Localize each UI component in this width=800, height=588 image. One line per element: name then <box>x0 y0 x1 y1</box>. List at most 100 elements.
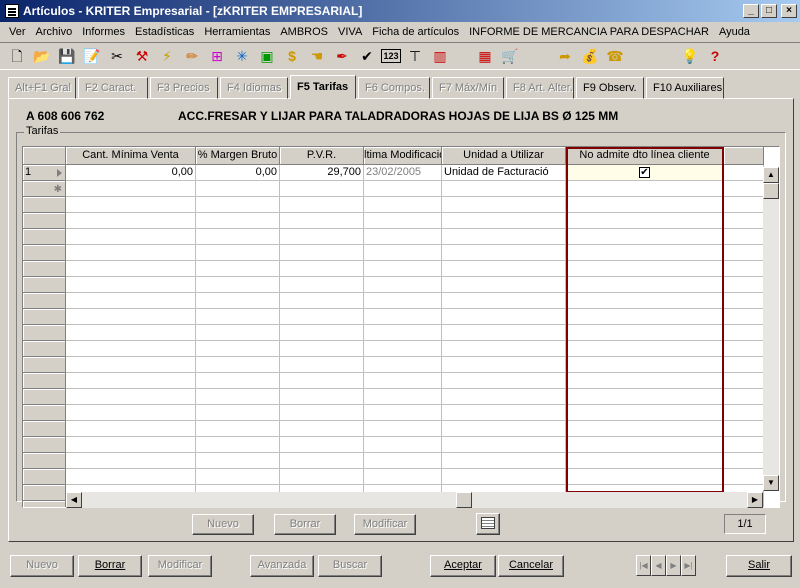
empty-grid-cell <box>364 469 442 485</box>
scroll-left-icon[interactable]: ◀ <box>66 492 82 508</box>
cell-margen-bruto[interactable]: 0,00 <box>196 165 280 181</box>
scroll-up-icon[interactable]: ▲ <box>763 167 779 183</box>
tab-precios[interactable]: F3 Precios <box>150 77 218 99</box>
cell-pvr[interactable]: 29,700 <box>280 165 364 181</box>
menu-viva[interactable]: VIVA <box>333 26 367 38</box>
grid-cell[interactable] <box>280 181 364 197</box>
last-record-icon[interactable]: ▶| <box>681 555 696 576</box>
check-icon[interactable]: ✔ <box>356 45 378 67</box>
tree-icon[interactable]: ⊞ <box>206 45 228 67</box>
bar-chart-icon[interactable]: ▥ <box>429 45 451 67</box>
stamp-icon[interactable]: ⊤ <box>404 45 426 67</box>
grid-cell[interactable] <box>364 181 442 197</box>
empty-grid-cell <box>23 229 66 245</box>
pencil-icon[interactable]: ✏ <box>181 45 203 67</box>
menu-ambros[interactable]: AMBROS <box>275 26 333 38</box>
grid-cell[interactable] <box>66 181 196 197</box>
cancelar-button[interactable]: Cancelar <box>498 555 564 577</box>
tab-auxiliares[interactable]: F10 Auxiliares <box>646 77 724 99</box>
table-row[interactable]: 1 0,00 0,00 29,700 23/02/2005 Unidad de … <box>23 165 764 181</box>
tab-caract[interactable]: F2 Caract. <box>78 77 148 99</box>
menu-informe-mercancia[interactable]: INFORME DE MERCANCIA PARA DESPACHAR <box>464 26 714 38</box>
buscar-button[interactable]: Buscar <box>318 555 382 577</box>
col-ultima-modificacion[interactable]: ltima Modificació <box>364 147 442 165</box>
col-no-admite-dto[interactable]: No admite dto línea cliente <box>566 147 724 165</box>
col-cant-minima[interactable]: Cant. Mínima Venta <box>66 147 196 165</box>
hand-icon[interactable]: ☚ <box>306 45 328 67</box>
aceptar-button[interactable]: Aceptar <box>430 555 496 577</box>
modificar-button[interactable]: Modificar <box>148 555 212 577</box>
yellow-tool-icon[interactable]: ⚡ <box>156 45 178 67</box>
new-document-icon[interactable]: 🗋 <box>6 45 28 67</box>
no-admite-checkbox[interactable]: ✔ <box>639 167 650 178</box>
horizontal-scroll-thumb[interactable] <box>456 492 472 508</box>
scroll-right-icon[interactable]: ▶ <box>747 492 763 508</box>
cell-cant-minima[interactable]: 0,00 <box>66 165 196 181</box>
numbers-icon[interactable]: 123 <box>381 49 401 63</box>
avanzada-button[interactable]: Avanzada <box>250 555 314 577</box>
col-unidad[interactable]: Unidad a Utilizar <box>442 147 566 165</box>
tab-compos[interactable]: F6 Compos. <box>358 77 430 99</box>
grid-cell[interactable] <box>566 181 724 197</box>
save-icon[interactable]: 💾 <box>56 45 78 67</box>
menu-ayuda[interactable]: Ayuda <box>714 26 755 38</box>
tab-observ[interactable]: F9 Observ. <box>576 77 644 99</box>
cell-unidad[interactable]: Unidad de Facturació <box>442 165 566 181</box>
menu-ver[interactable]: Ver <box>4 26 31 38</box>
menu-estadisticas[interactable]: Estadísticas <box>130 26 199 38</box>
col-margen-bruto[interactable]: % Margen Bruto <box>196 147 280 165</box>
salir-button[interactable]: Salir <box>726 555 792 577</box>
next-record-icon[interactable]: ▶ <box>666 555 681 576</box>
lightbulb-icon[interactable]: 💡 <box>679 45 701 67</box>
grid-borrar-button[interactable]: Borrar <box>274 514 336 535</box>
cell-ultima-modificacion[interactable]: 23/02/2005 <box>364 165 442 181</box>
cut-icon[interactable]: ✂ <box>106 45 128 67</box>
menu-archivo[interactable]: Archivo <box>31 26 78 38</box>
scroll-down-icon[interactable]: ▼ <box>763 475 779 491</box>
tab-idiomas[interactable]: F4 Idiomas <box>220 77 288 99</box>
phone-icon[interactable]: ☎ <box>604 45 626 67</box>
col-pvr[interactable]: P.V.R. <box>280 147 364 165</box>
grid-view-button[interactable] <box>476 513 500 535</box>
tools-icon[interactable]: ⚒ <box>131 45 153 67</box>
menu-herramientas[interactable]: Herramientas <box>199 26 275 38</box>
empty-table-row <box>23 293 764 309</box>
empty-grid-cell <box>66 453 196 469</box>
row-indicator[interactable]: 1 <box>23 165 66 181</box>
tab-max-min[interactable]: F7 Máx/Mín <box>432 77 504 99</box>
horizontal-scrollbar[interactable]: ◀ ▶ <box>66 492 763 508</box>
minimize-button[interactable]: _ <box>743 4 759 18</box>
first-record-icon[interactable]: |◀ <box>636 555 651 576</box>
feather-icon[interactable]: ✒ <box>331 45 353 67</box>
prev-record-icon[interactable]: ◀ <box>651 555 666 576</box>
tarifas-grid[interactable]: Cant. Mínima Venta % Margen Bruto P.V.R.… <box>22 146 780 508</box>
menu-informes[interactable]: Informes <box>77 26 130 38</box>
tab-art-alter[interactable]: F8 Art. Alter. <box>506 77 574 99</box>
close-button[interactable]: × <box>781 4 797 18</box>
table-row-new[interactable]: ✱ <box>23 181 764 197</box>
dollar-icon[interactable]: $ <box>281 45 303 67</box>
grid-modificar-button[interactable]: Modificar <box>354 514 416 535</box>
calculator-icon[interactable]: ▦ <box>474 45 496 67</box>
maximize-button[interactable]: □ <box>761 4 777 18</box>
cart-icon[interactable]: 🛒 <box>499 45 521 67</box>
green-box-icon[interactable]: ▣ <box>256 45 278 67</box>
help-icon[interactable]: ? <box>704 45 726 67</box>
asterisk-icon[interactable]: ✳ <box>231 45 253 67</box>
cell-no-admite-dto[interactable]: ✔ <box>566 165 724 181</box>
nuevo-button[interactable]: Nuevo <box>10 555 74 577</box>
money-bag-icon[interactable]: 💰 <box>579 45 601 67</box>
tag-icon[interactable]: ➦ <box>554 45 576 67</box>
edit-icon[interactable]: 📝 <box>81 45 103 67</box>
tab-tarifas[interactable]: F5 Tarifas <box>290 75 356 99</box>
row-indicator-new[interactable]: ✱ <box>23 181 66 197</box>
vertical-scroll-thumb[interactable] <box>763 183 779 199</box>
grid-cell[interactable] <box>442 181 566 197</box>
open-folder-icon[interactable]: 📂 <box>31 45 53 67</box>
vertical-scrollbar[interactable]: ▲ ▼ <box>763 167 779 491</box>
borrar-button[interactable]: Borrar <box>78 555 142 577</box>
grid-cell[interactable] <box>196 181 280 197</box>
tab-general[interactable]: Alt+F1 Gral <box>8 77 76 99</box>
menu-ficha-articulos[interactable]: Ficha de artículos <box>367 26 464 38</box>
grid-nuevo-button[interactable]: Nuevo <box>192 514 254 535</box>
